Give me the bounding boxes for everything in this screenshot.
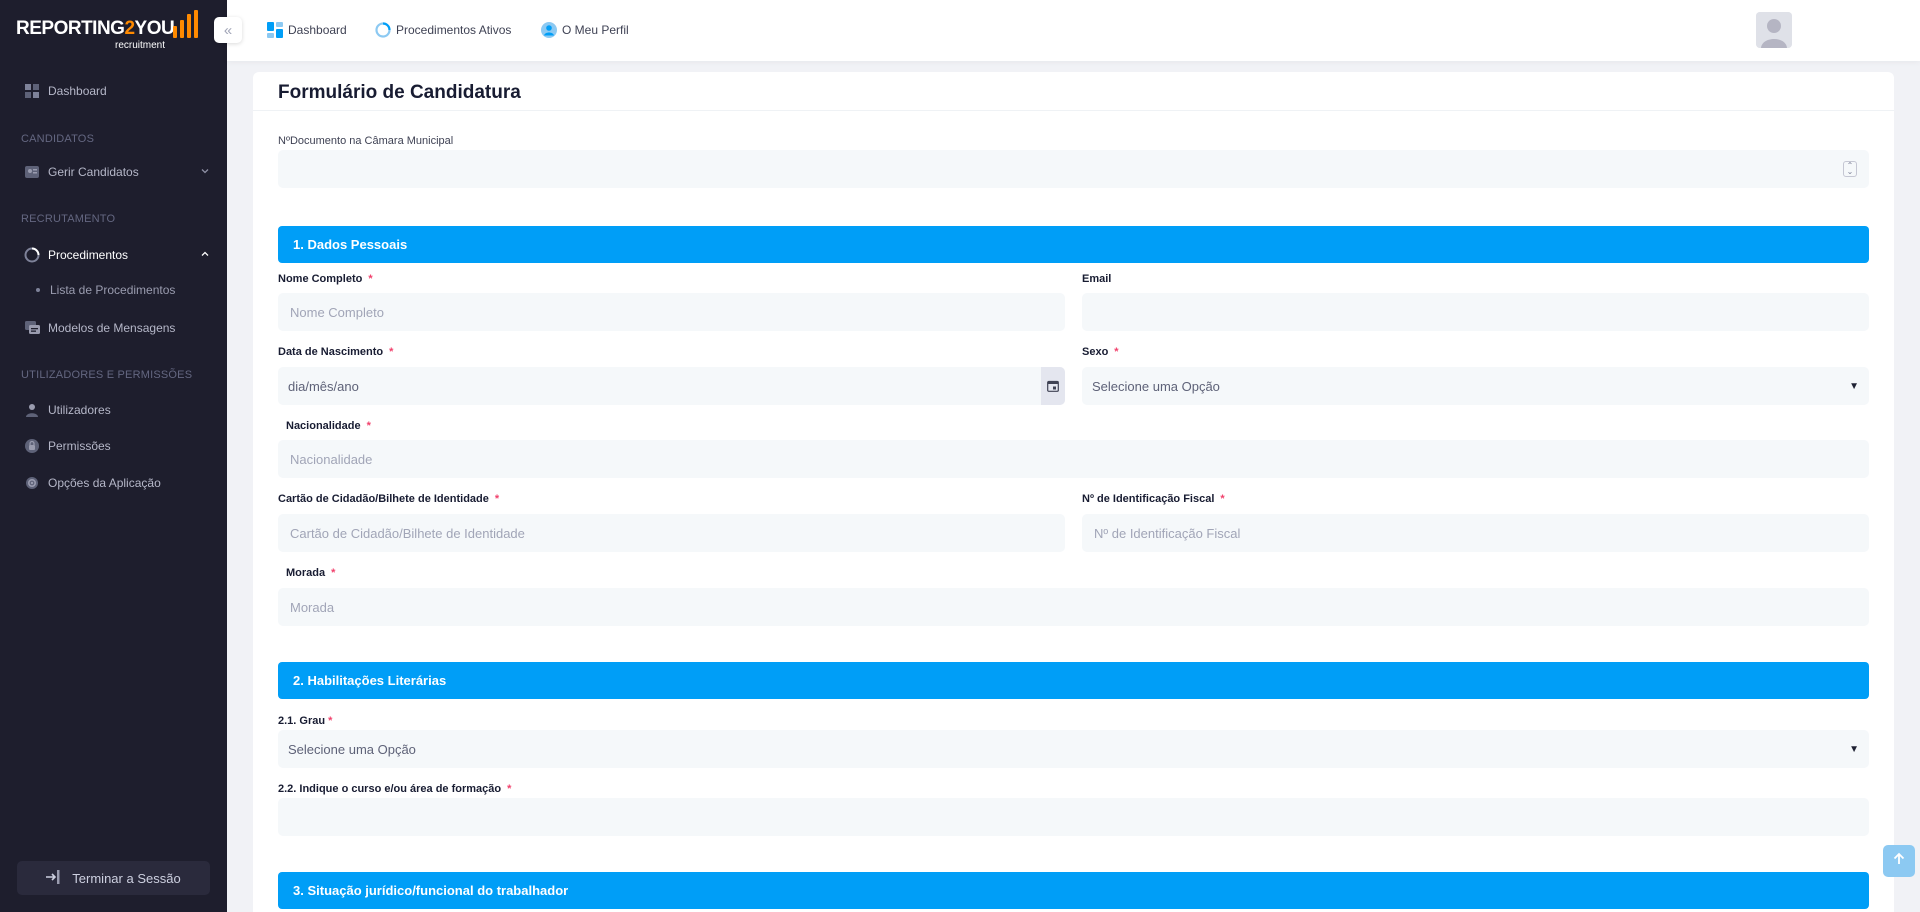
sidebar-item-dashboard[interactable]: Dashboard [24,79,210,103]
logout-icon [46,869,62,887]
sidebar-item-users[interactable]: Utilizadores [24,398,210,422]
logout-button[interactable]: Terminar a Sessão [17,861,210,895]
section-title-recruitment: RECRUTAMENTO [21,213,116,225]
arrow-up-icon [1892,852,1906,871]
full-name-input[interactable]: Nome Completo [278,293,1065,331]
sidebar-item-label: Permissões [48,439,111,453]
doc-number-label: NºDocumento na Câmara Municipal [278,135,454,147]
caret-down-icon: ▼ [1849,743,1859,755]
section-header-legal-situation: 3. Situação jurídico/funcional do trabal… [278,872,1869,909]
selected-value: Selecione uma Opção [1092,378,1220,394]
page-title: Formulário de Candidatura [278,82,521,103]
procedures-icon [24,247,40,263]
divider [253,110,1894,111]
section-header-personal-data: 1. Dados Pessoais [278,226,1869,263]
bullet-icon [36,288,40,292]
user-icon [24,402,40,418]
lock-icon [24,438,40,454]
number-spinner-icon[interactable]: ⌃ ⌄ [1843,161,1857,177]
dashboard-icon [266,21,283,38]
selected-value: Selecione uma Opção [288,741,416,757]
header-nav-label: O Meu Perfil [562,22,629,37]
section-title-users: UTILIZADORES E PERMISSÕES [21,369,193,381]
profile-icon [540,21,557,38]
sidebar-item-label: Lista de Procedimentos [50,283,176,297]
header-nav-label: Procedimentos Ativos [396,22,512,37]
sex-label: Sexo * [1082,346,1119,358]
nif-input[interactable]: Nº de Identificação Fiscal [1082,514,1869,552]
candidates-icon [24,164,40,180]
address-input[interactable]: Morada [278,588,1869,626]
date-format-text: dia/mês/ano [288,378,359,394]
sidebar-toggle-button[interactable]: « [214,17,242,43]
placeholder-text: Nacionalidade [290,451,373,467]
degree-label: 2.1. Grau * [278,715,333,727]
chevron-up-icon [200,249,210,262]
gear-icon [24,475,40,491]
nationality-input[interactable]: Nacionalidade [278,440,1869,478]
doc-number-input[interactable]: ⌃ ⌄ [278,150,1869,188]
logo-text: REPORTING2YOU [16,18,175,39]
header-nav-label: Dashboard [288,22,347,37]
sidebar-item-label: Utilizadores [48,403,111,417]
id-card-input[interactable]: Cartão de Cidadão/Bilhete de Identidade [278,514,1065,552]
sidebar-item-manage-candidates[interactable]: Gerir Candidatos [24,160,210,184]
dashboard-icon [24,83,40,99]
section-title-candidates: CANDIDATOS [21,133,95,145]
logout-label: Terminar a Sessão [72,870,181,886]
sidebar: REPORTING2YOU recruitment Dashboard CAND… [0,0,227,912]
nationality-label: Nacionalidade * [286,420,371,432]
sidebar-subitem-procedures-list[interactable]: Lista de Procedimentos [36,283,175,297]
full-name-label: Nome Completo * [278,273,373,285]
top-header: Dashboard Procedimentos Ativos O Meu Per… [227,0,1920,61]
logo-bars-icon [173,10,198,38]
placeholder-text: Nº de Identificação Fiscal [1094,525,1241,541]
email-input[interactable] [1082,293,1869,331]
sidebar-item-label: Modelos de Mensagens [48,321,176,335]
header-nav-my-profile[interactable]: O Meu Perfil [540,21,629,38]
nif-label: Nº de Identificação Fiscal * [1082,493,1225,505]
id-card-label: Cartão de Cidadão/Bilhete de Identidade * [278,493,500,505]
sidebar-item-label: Dashboard [48,84,107,98]
birth-date-input[interactable]: dia/mês/ano [278,367,1065,405]
sidebar-item-procedures[interactable]: Procedimentos [24,243,210,267]
logo-subtitle: recruitment [115,40,166,51]
birth-date-label: Data de Nascimento * [278,346,394,358]
address-label: Morada * [286,567,336,579]
sidebar-item-label: Procedimentos [48,248,129,262]
procedures-icon [374,21,391,38]
application-form-card: Formulário de Candidatura NºDocumento na… [253,72,1894,912]
placeholder-text: Nome Completo [290,304,384,320]
user-avatar[interactable] [1756,12,1792,48]
chevron-down-icon [200,166,210,179]
sidebar-item-label: Opções da Aplicação [48,476,161,490]
email-label: Email [1082,273,1112,285]
placeholder-text: Morada [290,599,335,615]
double-chevron-left-icon: « [223,21,233,39]
sidebar-item-label: Gerir Candidatos [48,165,139,179]
sidebar-item-message-templates[interactable]: Modelos de Mensagens [24,316,210,340]
messages-icon [24,320,40,336]
app-logo[interactable]: REPORTING2YOU recruitment [16,8,198,52]
scroll-to-top-button[interactable] [1883,845,1915,877]
caret-down-icon: ▼ [1849,380,1859,392]
sidebar-item-app-options[interactable]: Opções da Aplicação [24,471,210,495]
sidebar-item-permissions[interactable]: Permissões [24,434,210,458]
course-label: 2.2. Indique o curso e/ou área de formaç… [278,783,512,795]
placeholder-text: Cartão de Cidadão/Bilhete de Identidade [290,525,525,541]
degree-select[interactable]: Selecione uma Opção ▼ [278,730,1869,768]
sex-select[interactable]: Selecione uma Opção ▼ [1082,367,1869,405]
header-nav-active-procedures[interactable]: Procedimentos Ativos [374,21,511,38]
header-nav-dashboard[interactable]: Dashboard [266,21,347,38]
course-input[interactable] [278,798,1869,836]
section-header-education: 2. Habilitações Literárias [278,662,1869,699]
calendar-icon[interactable] [1041,367,1065,405]
